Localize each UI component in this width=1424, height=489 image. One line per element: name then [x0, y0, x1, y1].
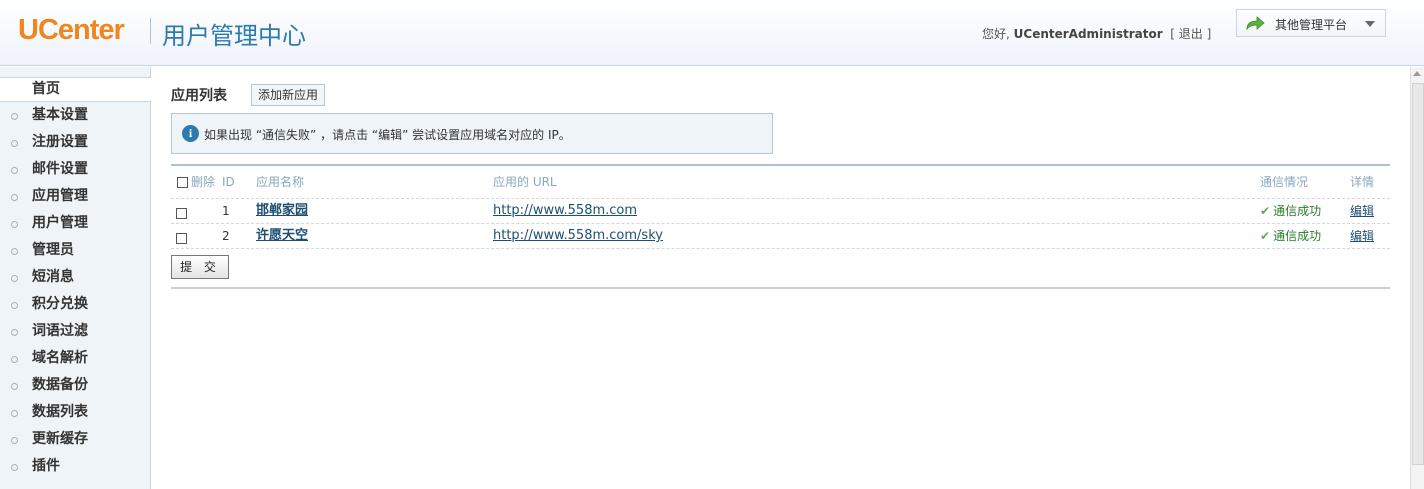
status-cell: ✔ 通信成功	[1260, 224, 1321, 248]
sidebar-item-label: 应用管理	[32, 188, 88, 204]
select-all-checkbox[interactable]	[177, 177, 188, 188]
table-row: 2 许愿天空 http://www.558m.com/sky ✔ 通信成功 编辑	[171, 224, 1390, 249]
sidebar-item-label: 注册设置	[32, 134, 88, 150]
sidebar-item-register-settings[interactable]: 注册设置	[0, 129, 150, 156]
sidebar-item-label: 首页	[32, 81, 60, 97]
bullet-icon	[11, 140, 18, 147]
submit-button[interactable]: 提 交	[171, 255, 229, 279]
sidebar-item-label: 短消息	[32, 269, 74, 285]
app-name-link[interactable]: 邯郸家园	[256, 199, 308, 223]
header-delete: 删除	[191, 175, 216, 189]
row-checkbox[interactable]	[176, 233, 187, 244]
sidebar-item-user-management[interactable]: 用户管理	[0, 210, 150, 237]
chevron-down-icon	[1365, 21, 1375, 27]
sidebar-item-label: 基本设置	[32, 107, 88, 123]
bullet-icon	[11, 383, 18, 390]
status-cell: ✔ 通信成功	[1260, 199, 1321, 223]
edit-link[interactable]: 编辑	[1350, 199, 1374, 223]
sidebar-item-label: 更新缓存	[32, 431, 88, 447]
sidebar-item-mail-settings[interactable]: 邮件设置	[0, 156, 150, 183]
app-url-link[interactable]: http://www.558m.com/sky	[493, 224, 663, 248]
bullet-icon	[11, 437, 18, 444]
sidebar: 首页 基本设置 注册设置 邮件设置 应用管理 用户管理 管理员 短消息 积分兑换…	[0, 67, 151, 489]
logout-bracket-open: [	[1170, 27, 1175, 41]
sidebar-item-label: 邮件设置	[32, 161, 88, 177]
ucenter-logo[interactable]: UCenter	[18, 14, 125, 47]
bullet-icon	[11, 410, 18, 417]
sidebar-item-credit-exchange[interactable]: 积分兑换	[0, 291, 150, 318]
sidebar-item-data-backup[interactable]: 数据备份	[0, 372, 150, 399]
row-checkbox[interactable]	[176, 208, 187, 219]
header-status: 通信情况	[1260, 175, 1309, 189]
header-title: 用户管理中心	[162, 22, 306, 50]
header: UCenter 用户管理中心 您好, UCenterAdministrator …	[0, 0, 1424, 66]
sidebar-item-label: 积分兑换	[32, 296, 88, 312]
sidebar-item-domain-resolve[interactable]: 域名解析	[0, 345, 150, 372]
sidebar-item-word-filter[interactable]: 词语过滤	[0, 318, 150, 345]
bullet-icon	[11, 356, 18, 363]
check-icon: ✔	[1260, 204, 1271, 218]
other-platform-dropdown[interactable]: 其他管理平台	[1236, 9, 1386, 37]
bullet-icon	[11, 113, 18, 120]
notice-text: 如果出现 “通信失败” ，请点击 “编辑” 尝试设置应用域名对应的 IP。	[204, 128, 571, 142]
table-header-row: 删除 ID 应用名称 应用的 URL 通信情况 详情	[171, 166, 1390, 199]
platform-dropdown-label: 其他管理平台	[1275, 18, 1348, 32]
app-table: 删除 ID 应用名称 应用的 URL 通信情况 详情 1 邯郸家园 http:/…	[171, 164, 1390, 249]
sidebar-item-label: 管理员	[32, 242, 74, 258]
sidebar-item-home[interactable]: 首页	[0, 77, 151, 102]
app-name-link[interactable]: 许愿天空	[256, 224, 308, 248]
add-app-button[interactable]: 添加新应用	[251, 84, 326, 106]
logo-divider	[150, 18, 151, 44]
info-icon: i	[182, 125, 199, 142]
sidebar-item-administrators[interactable]: 管理员	[0, 237, 150, 264]
sidebar-item-data-list[interactable]: 数据列表	[0, 399, 150, 426]
bullet-icon	[11, 194, 18, 201]
status-text: 通信成功	[1273, 229, 1322, 243]
check-icon: ✔	[1260, 229, 1271, 243]
bullet-icon	[11, 329, 18, 336]
bullet-icon	[11, 221, 18, 228]
page-title: 应用列表	[171, 88, 227, 104]
table-row: 1 邯郸家园 http://www.558m.com ✔ 通信成功 编辑	[171, 199, 1390, 224]
sidebar-item-update-cache[interactable]: 更新缓存	[0, 426, 150, 453]
sidebar-item-label: 词语过滤	[32, 323, 88, 339]
bullet-icon	[11, 248, 18, 255]
sidebar-item-plugins[interactable]: 插件	[0, 453, 150, 480]
bullet-icon	[11, 167, 18, 174]
notice-box: i 如果出现 “通信失败” ，请点击 “编辑” 尝试设置应用域名对应的 IP。	[171, 113, 773, 154]
scrollbar-thumb[interactable]	[1412, 83, 1424, 465]
user-area: 您好, UCenterAdministrator [ 退出 ]	[982, 25, 1211, 42]
sidebar-item-label: 插件	[32, 458, 60, 474]
greeting-text: 您好,	[982, 27, 1010, 41]
sidebar-item-label: 数据列表	[32, 404, 88, 420]
header-app-url: 应用的 URL	[493, 175, 557, 189]
sidebar-item-messages[interactable]: 短消息	[0, 264, 150, 291]
sidebar-item-label: 用户管理	[32, 215, 88, 231]
sidebar-item-label: 域名解析	[32, 350, 88, 366]
row-id: 2	[222, 229, 230, 243]
header-app-name: 应用名称	[256, 175, 305, 189]
app-url-link[interactable]: http://www.558m.com	[493, 199, 637, 223]
sidebar-item-app-management[interactable]: 应用管理	[0, 183, 150, 210]
vertical-scrollbar[interactable]	[1410, 67, 1424, 489]
status-text: 通信成功	[1273, 204, 1322, 218]
scroll-up-icon[interactable]	[1413, 71, 1421, 76]
username: UCenterAdministrator	[1013, 27, 1163, 41]
edit-link[interactable]: 编辑	[1350, 224, 1374, 248]
header-id: ID	[222, 175, 235, 189]
share-arrow-icon	[1245, 15, 1265, 34]
row-id: 1	[222, 204, 230, 218]
sidebar-item-basic-settings[interactable]: 基本设置	[0, 102, 150, 129]
bullet-icon	[11, 275, 18, 282]
sidebar-item-label: 数据备份	[32, 377, 88, 393]
bullet-icon	[11, 302, 18, 309]
header-detail: 详情	[1350, 175, 1375, 189]
bullet-icon	[11, 464, 18, 471]
divider	[171, 287, 1390, 289]
logout-bracket-close: ]	[1206, 27, 1212, 41]
logout-link[interactable]: 退出	[1179, 27, 1203, 41]
